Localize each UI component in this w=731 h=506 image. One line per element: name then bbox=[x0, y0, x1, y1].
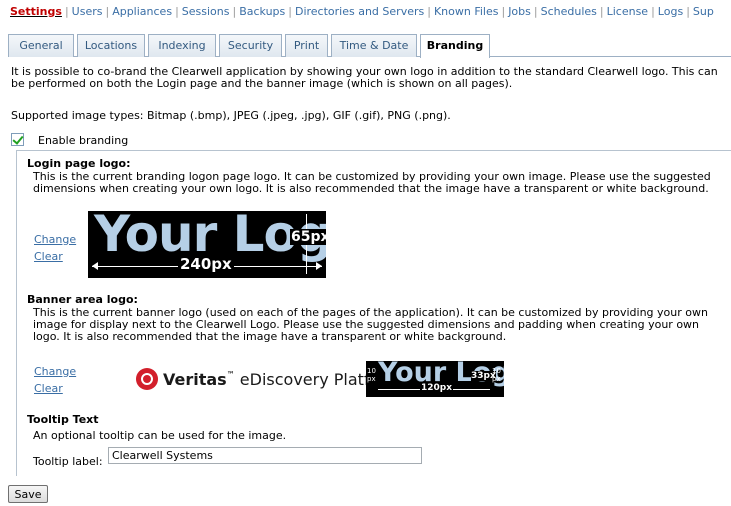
nav-license[interactable]: License bbox=[607, 5, 648, 18]
nav-appliances[interactable]: Appliances bbox=[112, 5, 172, 18]
nav-directories-and-servers[interactable]: Directories and Servers bbox=[295, 5, 424, 18]
padding-right-label: 10 px bbox=[492, 367, 501, 383]
supported-types-text: Supported image types: Bitmap (.bmp), JP… bbox=[11, 109, 451, 122]
tab-print[interactable]: Print bbox=[285, 34, 328, 57]
nav-backups[interactable]: Backups bbox=[239, 5, 285, 18]
nav-support[interactable]: Sup bbox=[693, 5, 714, 18]
login-logo-clear-link[interactable]: Clear bbox=[34, 250, 63, 263]
intro-text: It is possible to co-brand the Clearwell… bbox=[11, 65, 718, 90]
login-logo-image: Your Logo 240px 65px bbox=[88, 211, 326, 278]
banner-logo-clear-link[interactable]: Clear bbox=[34, 382, 63, 395]
enable-branding-label: Enable branding bbox=[38, 134, 129, 147]
banner-logo-width-label: 120px bbox=[420, 383, 454, 393]
nav-logs[interactable]: Logs bbox=[658, 5, 683, 18]
login-logo-change-link[interactable]: Change bbox=[34, 233, 76, 246]
login-logo-description: This is the current branding logon page … bbox=[33, 170, 711, 195]
nav-known-files[interactable]: Known Files bbox=[434, 5, 499, 18]
nav-sessions[interactable]: Sessions bbox=[182, 5, 230, 18]
tooltip-label: Tooltip label: bbox=[33, 455, 103, 468]
tooltip-heading: Tooltip Text bbox=[27, 413, 99, 426]
settings-nav: Settings | Users | Appliances | Sessions | Backu… bbox=[10, 5, 714, 18]
settings-tabs: General Locations Indexing Security Prin… bbox=[8, 33, 731, 58]
nav-jobs[interactable]: Jobs bbox=[508, 5, 531, 18]
nav-users[interactable]: Users bbox=[72, 5, 103, 18]
save-button[interactable]: Save bbox=[8, 485, 48, 503]
tooltip-description: An optional tooltip can be used for the … bbox=[33, 429, 287, 442]
enable-branding-checkbox[interactable] bbox=[11, 133, 24, 146]
login-logo-heading: Login page logo: bbox=[27, 157, 131, 170]
banner-logo-change-link[interactable]: Change bbox=[34, 365, 76, 378]
tab-locations[interactable]: Locations bbox=[77, 34, 145, 57]
padding-left-label: 10 px bbox=[367, 367, 376, 383]
veritas-brand-name: Veritas bbox=[163, 370, 227, 389]
arrow-left-icon bbox=[92, 262, 98, 270]
login-logo-width-label: 240px bbox=[178, 255, 234, 273]
tab-branding[interactable]: Branding bbox=[420, 34, 490, 58]
arrow-right-icon bbox=[316, 262, 322, 270]
tab-indexing[interactable]: Indexing bbox=[148, 34, 216, 57]
veritas-mark-icon bbox=[136, 368, 158, 390]
tab-time-and-date[interactable]: Time & Date bbox=[331, 34, 417, 57]
nav-settings[interactable]: Settings bbox=[10, 5, 62, 18]
banner-logo-heading: Banner area logo: bbox=[27, 293, 138, 306]
tab-security[interactable]: Security bbox=[219, 34, 282, 57]
login-logo-height-label: 65px bbox=[290, 229, 326, 245]
nav-schedules[interactable]: Schedules bbox=[541, 5, 597, 18]
banner-logo-image: 10px Your Logo 120px 33px 10px bbox=[366, 361, 504, 397]
banner-logo-description: This is the current banner logo (used on… bbox=[33, 306, 708, 343]
tooltip-input[interactable] bbox=[108, 447, 422, 464]
tab-general[interactable]: General bbox=[8, 34, 74, 57]
